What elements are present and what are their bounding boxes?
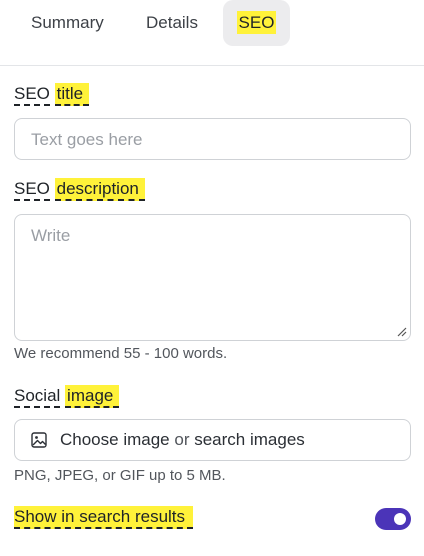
seo-title-label-highlight: title — [54, 83, 90, 106]
seo-title-placeholder: Text goes here — [31, 130, 143, 149]
seo-title-input[interactable]: Text goes here — [14, 118, 411, 160]
tab-seo-label: SEO — [236, 11, 277, 34]
tab-bar: Summary Details SEO — [0, 0, 424, 66]
image-icon — [31, 432, 47, 448]
seo-description-label-highlight: description — [54, 178, 145, 201]
or-text: or — [174, 430, 190, 449]
seo-description-placeholder: Write — [31, 226, 71, 245]
resize-handle-icon[interactable] — [397, 327, 407, 337]
seo-description-label: SEO description — [14, 178, 145, 201]
tab-details[interactable]: Details — [146, 0, 198, 46]
social-image-label-highlight: image — [65, 385, 120, 408]
social-image-label: Social image — [14, 385, 120, 408]
social-image-picker[interactable]: Choose image or search images — [14, 419, 411, 461]
social-image-hint: PNG, JPEG, or GIF up to 5 MB. — [14, 467, 226, 484]
seo-description-textarea[interactable]: Write — [14, 214, 411, 341]
social-image-picker-text: Choose image or search images — [60, 420, 305, 460]
seo-title-label: SEO title — [14, 83, 90, 106]
search-results-label-text: Show in search results — [14, 506, 194, 529]
search-images-link[interactable]: search images — [194, 430, 305, 449]
seo-description-label-prefix: SEO — [14, 179, 50, 201]
search-results-toggle[interactable] — [375, 508, 411, 530]
toggle-knob — [394, 513, 406, 525]
tab-seo[interactable]: SEO — [223, 0, 290, 46]
tab-summary[interactable]: Summary — [31, 0, 104, 46]
seo-title-label-prefix: SEO — [14, 84, 50, 106]
seo-description-hint: We recommend 55 - 100 words. — [14, 345, 228, 362]
search-results-label: Show in search results — [14, 506, 194, 529]
choose-image-link[interactable]: Choose image — [60, 430, 170, 449]
social-image-label-prefix: Social — [14, 386, 61, 408]
